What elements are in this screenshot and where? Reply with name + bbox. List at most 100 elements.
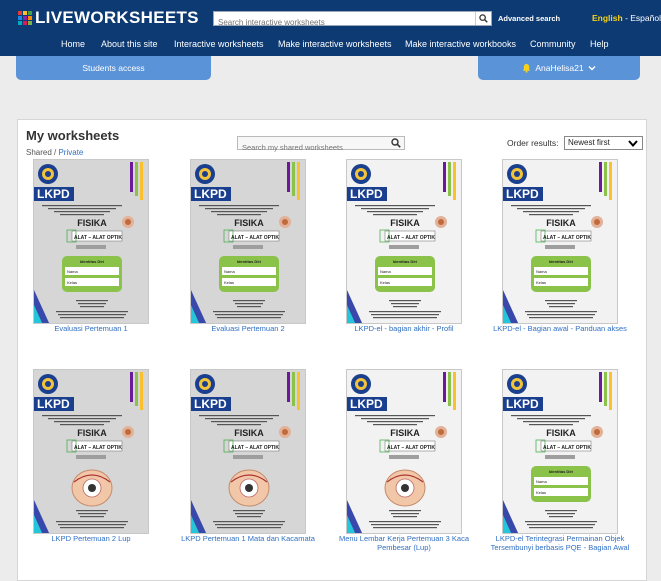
user-menu-button[interactable]: AnaHelisa21: [478, 56, 640, 80]
worksheet-card[interactable]: LKPD FISIKA ALAT – ALAT OPTIK Identitas Dir…: [33, 159, 149, 337]
language-switch: English - Español: [592, 13, 661, 23]
fisika-title: FISIKA: [390, 428, 420, 438]
search-button[interactable]: [475, 12, 491, 25]
top-header: LIVEWORKSHEETS Advanced search English -…: [0, 0, 661, 56]
nav-about[interactable]: About this site: [101, 39, 158, 49]
nama-label: Nama: [536, 269, 547, 274]
logo-grid-cell: [18, 11, 22, 15]
private-link[interactable]: Private: [58, 148, 83, 157]
worksheet-thumbnail-art: LKPD FISIKA ALAT – ALAT OPTIK Identitas Dir…: [347, 162, 456, 323]
chevron-down-icon: [588, 66, 596, 71]
fisika-title: FISIKA: [234, 218, 264, 228]
chevron-down-icon: [628, 140, 638, 148]
identitas-label: Identitas Diri: [237, 259, 261, 264]
thumb-subtitle: ALAT – ALAT OPTIK: [543, 445, 591, 451]
site-logo[interactable]: LIVEWORKSHEETS: [18, 8, 199, 28]
lkpd-label: LKPD: [37, 397, 70, 411]
order-results-select[interactable]: Newest first: [564, 136, 643, 150]
worksheet-thumbnail[interactable]: LKPD FISIKA ALAT – ALAT OPTIK Identitas Dir…: [502, 369, 618, 534]
nav-community[interactable]: Community: [530, 39, 576, 49]
nav-interactive-worksheets[interactable]: Interactive worksheets: [174, 39, 264, 49]
nav-home[interactable]: Home: [61, 39, 85, 49]
my-worksheets-search-input[interactable]: [238, 141, 383, 154]
worksheet-card[interactable]: LKPD FISIKA ALAT – ALAT OPTIK Identitas Dir…: [493, 159, 627, 337]
shared-label[interactable]: Shared: [26, 148, 52, 157]
worksheet-card[interactable]: LKPD FISIKA ALAT – ALAT OPTIK Identitas Dir…: [346, 159, 462, 337]
students-access-label: Students access: [82, 63, 145, 73]
worksheet-title-link[interactable]: LKPD-el Terintegrasi Permainan Objek Ter…: [482, 534, 638, 552]
page-title: My worksheets: [26, 128, 120, 143]
fisika-title: FISIKA: [546, 428, 576, 438]
thumb-subtitle: ALAT – ALAT OPTIK: [387, 235, 435, 241]
fisika-title: FISIKA: [546, 218, 576, 228]
nama-label: Nama: [67, 269, 78, 274]
logo-grid-cell: [23, 16, 27, 20]
kelas-label: Kelas: [536, 280, 546, 285]
logo-grid-cell: [28, 16, 32, 20]
logo-grid-cell: [23, 21, 27, 25]
worksheet-title-link[interactable]: LKPD-el - bagian akhir - Profil: [326, 324, 482, 333]
logo-grid-cell: [28, 11, 32, 15]
worksheet-thumbnail[interactable]: LKPD FISIKA ALAT – ALAT OPTIK Identitas Dir…: [33, 159, 149, 324]
worksheet-thumbnail-art: LKPD FISIKA ALAT – ALAT OPTIK: [34, 372, 143, 533]
worksheet-card[interactable]: LKPD FISIKA ALAT – ALAT OPTIK Identitas Dir…: [190, 159, 306, 337]
kelas-label: Kelas: [380, 280, 390, 285]
worksheet-card[interactable]: LKPD FISIKA ALAT – ALAT OPTIK LKPD Pertemua…: [33, 369, 149, 547]
site-search: [213, 11, 492, 29]
my-worksheets-panel: My worksheets Shared / Private Order res…: [17, 119, 647, 581]
logo-grid-cell: [28, 21, 32, 25]
kelas-label: Kelas: [67, 280, 77, 285]
worksheet-thumbnail[interactable]: LKPD FISIKA ALAT – ALAT OPTIK: [346, 369, 462, 534]
worksheet-thumbnail[interactable]: LKPD FISIKA ALAT – ALAT OPTIK Identitas Dir…: [346, 159, 462, 324]
identitas-label: Identitas Diri: [80, 259, 104, 264]
search-icon: [479, 14, 488, 23]
lkpd-label: LKPD: [37, 187, 70, 201]
kelas-label: Kelas: [536, 490, 546, 495]
my-worksheets-search: [237, 136, 405, 154]
worksheet-title-link[interactable]: Evaluasi Pertemuan 2: [170, 324, 326, 333]
worksheet-card[interactable]: LKPD FISIKA ALAT – ALAT OPTIK Menu Lembar K…: [339, 369, 469, 552]
worksheet-title-link[interactable]: Evaluasi Pertemuan 1: [13, 324, 169, 333]
worksheet-thumbnail[interactable]: LKPD FISIKA ALAT – ALAT OPTIK: [33, 369, 149, 534]
worksheet-thumbnail-art: LKPD FISIKA ALAT – ALAT OPTIK Identitas Dir…: [34, 162, 143, 323]
worksheet-thumbnail[interactable]: LKPD FISIKA ALAT – ALAT OPTIK Identitas Dir…: [190, 159, 306, 324]
worksheet-title-link[interactable]: Menu Lembar Kerja Pertemuan 3 Kaca Pembe…: [326, 534, 482, 552]
thumb-subtitle: ALAT – ALAT OPTIK: [543, 235, 591, 241]
worksheet-card[interactable]: LKPD FISIKA ALAT – ALAT OPTIK Identitas Dir…: [491, 369, 629, 552]
search-input[interactable]: [214, 16, 464, 29]
thumb-subtitle: ALAT – ALAT OPTIK: [387, 445, 435, 451]
logo-grid-cell: [18, 21, 22, 25]
worksheet-title-link[interactable]: LKPD-el - Bagian awal - Panduan akses: [482, 324, 638, 333]
nav-make-workbooks[interactable]: Make interactive workbooks: [405, 39, 516, 49]
lkpd-label: LKPD: [194, 397, 227, 411]
lang-english[interactable]: English: [592, 13, 623, 23]
worksheet-thumbnail[interactable]: LKPD FISIKA ALAT – ALAT OPTIK: [190, 369, 306, 534]
worksheet-title-link[interactable]: LKPD Pertemuan 1 Mata dan Kacamata: [170, 534, 326, 543]
shared-private-filter: Shared / Private: [26, 148, 83, 157]
kelas-label: Kelas: [224, 280, 234, 285]
worksheet-thumbnail-art: LKPD FISIKA ALAT – ALAT OPTIK Identitas Dir…: [503, 162, 612, 323]
logo-grid-cell: [23, 11, 27, 15]
bell-icon: [523, 63, 531, 73]
thumb-subtitle: ALAT – ALAT OPTIK: [231, 235, 279, 241]
lkpd-label: LKPD: [350, 397, 383, 411]
worksheet-title-link[interactable]: LKPD Pertemuan 2 Lup: [13, 534, 169, 543]
thumb-subtitle: ALAT – ALAT OPTIK: [74, 235, 122, 241]
main-nav: Home About this site Interactive workshe…: [0, 39, 661, 53]
advanced-search-link[interactable]: Advanced search: [498, 14, 560, 23]
nav-help[interactable]: Help: [590, 39, 609, 49]
worksheet-thumbnail[interactable]: LKPD FISIKA ALAT – ALAT OPTIK Identitas Dir…: [502, 159, 618, 324]
fisika-title: FISIKA: [234, 428, 264, 438]
identitas-label: Identitas Diri: [549, 469, 573, 474]
nama-label: Nama: [224, 269, 235, 274]
order-results-label: Order results:: [507, 138, 559, 148]
identitas-label: Identitas Diri: [393, 259, 417, 264]
lkpd-label: LKPD: [350, 187, 383, 201]
students-access-button[interactable]: Students access: [16, 56, 211, 80]
logo-grid-cell: [18, 16, 22, 20]
lang-spanish[interactable]: Español: [630, 13, 661, 23]
worksheet-card[interactable]: LKPD FISIKA ALAT – ALAT OPTIK LKPD Pertemua…: [181, 369, 315, 547]
search-icon[interactable]: [391, 138, 401, 148]
nav-make-worksheets[interactable]: Make interactive worksheets: [278, 39, 392, 49]
fisika-title: FISIKA: [77, 428, 107, 438]
